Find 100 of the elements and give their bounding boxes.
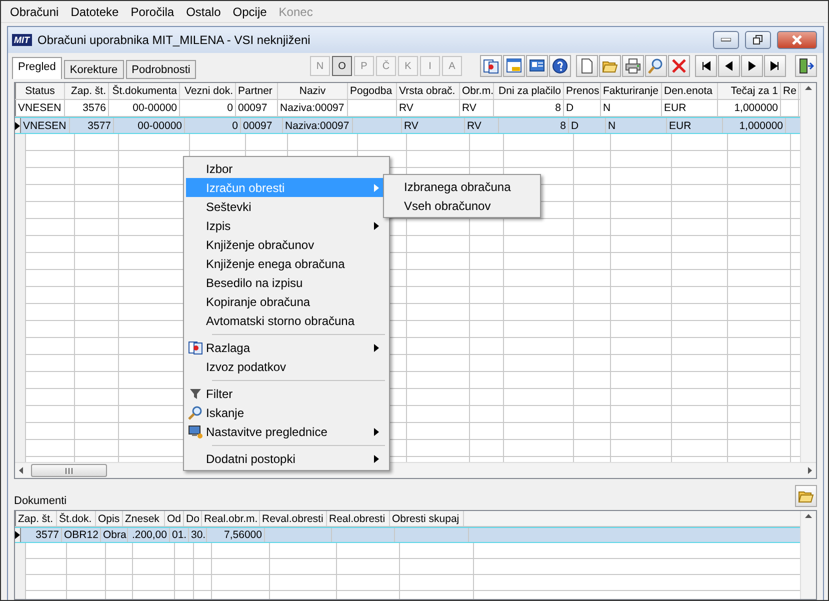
open-folder-button[interactable]	[599, 55, 621, 77]
book-button[interactable]	[480, 55, 502, 77]
column-header[interactable]: Obr.m.	[460, 83, 494, 99]
column-header[interactable]: Št.dok.	[57, 511, 96, 526]
vertical-scrollbar[interactable]	[800, 511, 816, 599]
scroll-thumb[interactable]	[31, 464, 107, 477]
menu-item[interactable]: Iskanje	[186, 403, 387, 422]
tab[interactable]: Korekture	[64, 60, 124, 79]
tab[interactable]: Podrobnosti	[126, 60, 196, 79]
window-icon	[506, 58, 522, 74]
open-folder-button[interactable]	[795, 485, 817, 507]
scroll-right-arrow-icon	[808, 467, 812, 474]
column-header[interactable]: Vezni dok.	[180, 83, 236, 99]
column-header[interactable]: Real.obresti	[327, 511, 390, 526]
menu-item[interactable]: Razlaga	[186, 338, 387, 357]
column-header[interactable]: Partner	[236, 83, 278, 99]
column-header[interactable]: Real.obr.m.	[202, 511, 260, 526]
menu-bar-item[interactable]: Datoteke	[66, 2, 124, 20]
table-cell: 00097	[241, 118, 283, 133]
menu-item[interactable]: Kopiranje obračuna	[186, 292, 387, 311]
new-document-button[interactable]	[576, 55, 598, 77]
column-header[interactable]: Do	[184, 511, 202, 526]
submenu-arrow-icon	[374, 222, 379, 230]
table-cell: 0	[185, 118, 241, 133]
window-button[interactable]	[503, 55, 525, 77]
table-cell: Naziva:00097	[278, 100, 348, 116]
column-header[interactable]: Reval.obresti	[260, 511, 327, 526]
table-cell: EUR	[662, 100, 718, 116]
column-header[interactable]: Pogodba	[348, 83, 397, 99]
search-button[interactable]	[645, 55, 667, 77]
card-button[interactable]	[526, 55, 548, 77]
table-cell: OBR12	[62, 528, 101, 542]
table-cell: EUR	[667, 118, 723, 133]
help-button[interactable]	[549, 55, 571, 77]
filter-letter-button[interactable]: O	[332, 56, 352, 76]
column-header[interactable]: Zap. št.	[16, 511, 57, 526]
column-header[interactable]: Naziv	[278, 83, 348, 99]
filter-icon	[188, 386, 203, 401]
menu-bar-item[interactable]: Opcije	[228, 2, 272, 20]
column-header[interactable]: Den.enota	[662, 83, 718, 99]
last-record-icon	[770, 61, 780, 71]
restore-button[interactable]	[745, 31, 771, 49]
column-header[interactable]: Opis	[96, 511, 123, 526]
menu-item[interactable]: Seštevki	[186, 197, 387, 216]
column-header[interactable]: Od	[165, 511, 184, 526]
menu-item[interactable]: Knjiženje obračunov	[186, 235, 387, 254]
table-cell: 8	[499, 118, 569, 133]
close-button[interactable]	[668, 55, 690, 77]
column-header[interactable]: Tečaj za 1	[718, 83, 781, 99]
menu-item[interactable]: Izbor	[186, 159, 387, 178]
print-button[interactable]	[622, 55, 644, 77]
menu-item[interactable]: Besedilo na izpisu	[186, 273, 387, 292]
grip-icon	[64, 468, 74, 474]
column-header[interactable]: Fakturiranje	[601, 83, 662, 99]
column-header[interactable]: Status	[16, 83, 65, 99]
close-button[interactable]	[777, 31, 817, 49]
previous-record-button[interactable]	[718, 55, 740, 77]
column-header[interactable]: Vrsta obrač.	[397, 83, 460, 99]
first-record-button[interactable]	[695, 55, 717, 77]
menu-item[interactable]: Izvoz podatkov	[186, 357, 387, 376]
minimize-button[interactable]	[713, 31, 739, 49]
table-cell: VNESEN	[21, 118, 70, 133]
table-cell: N	[601, 100, 662, 116]
tab[interactable]: Pregled	[12, 57, 62, 79]
table-row[interactable]: 3577 OBR12 Obra .200,00 01. 30. 7,56000	[15, 527, 800, 543]
submenu-arrow-icon	[374, 184, 379, 192]
menu-item[interactable]: Vseh obračunov	[386, 196, 538, 215]
menu-bar-item[interactable]: Obračuni	[5, 2, 64, 20]
menu-item[interactable]: Filter	[186, 384, 387, 403]
column-header[interactable]: Dni za plačilo	[494, 83, 564, 99]
restore-icon	[753, 35, 763, 45]
window-title: Obračuni uporabnika MIT_MILENA - VSI neknjiženi	[38, 33, 312, 47]
menu-item[interactable]: Dodatni postopki	[186, 449, 387, 468]
app-logo: MIT	[12, 34, 32, 46]
vertical-scrollbar[interactable]	[800, 83, 816, 462]
table-cell: D	[569, 118, 606, 133]
column-header[interactable]: Št.dokumenta	[109, 83, 180, 99]
last-record-button[interactable]	[764, 55, 786, 77]
next-record-button[interactable]	[741, 55, 763, 77]
menu-bar-item[interactable]: Ostalo	[181, 2, 226, 20]
column-header[interactable]: Obresti skupaj	[390, 511, 464, 526]
menu-item[interactable]: Nastavitve preglednice	[186, 422, 387, 441]
book-icon	[483, 58, 499, 74]
exit-button[interactable]	[795, 55, 817, 77]
table-row[interactable]: VNESEN 3576 00-00000 0 00097 Naziva:00097 RV RV 8 D N EUR 1,000000	[15, 100, 800, 117]
menu-bar-item[interactable]: Poročila	[126, 2, 180, 20]
column-header[interactable]: Znesek	[123, 511, 165, 526]
menu-item[interactable]: Izbranega obračuna	[386, 177, 538, 196]
menu-item[interactable]: Knjiženje enega obračuna	[186, 254, 387, 273]
submenu-arrow-icon	[374, 454, 379, 462]
table-cell: 00097	[236, 100, 278, 116]
scroll-left-arrow-icon	[19, 467, 23, 474]
column-header[interactable]: Prenos	[564, 83, 601, 99]
column-header[interactable]: Zap. št.	[65, 83, 109, 99]
book-icon	[188, 340, 203, 355]
table-row[interactable]: VNESEN 3577 00-00000 0 00097 Naziva:00097 RV RV 8 D N EUR 1,000000	[15, 117, 800, 134]
menu-item[interactable]: Avtomatski storno obračuna	[186, 311, 387, 330]
column-header[interactable]: Re	[781, 83, 799, 99]
table-cell: 7,56000	[207, 528, 265, 542]
menu-item[interactable]: Izpis	[186, 216, 387, 235]
